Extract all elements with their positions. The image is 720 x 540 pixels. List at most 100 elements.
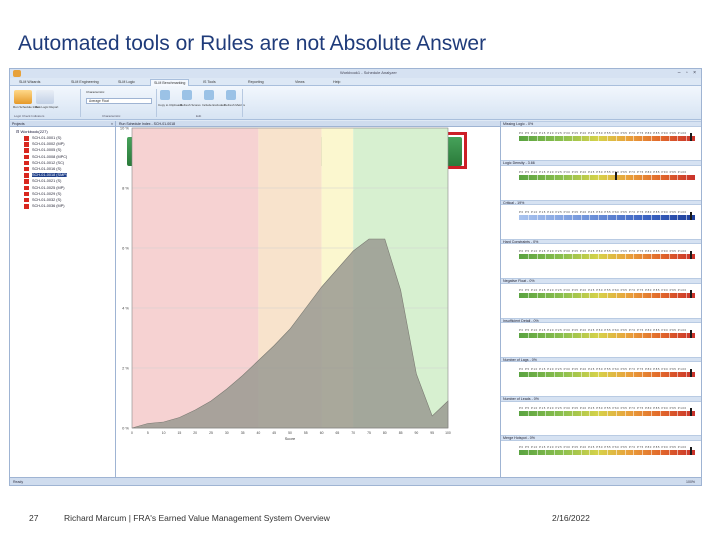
project-status-icon bbox=[24, 185, 29, 190]
metric-title: Number of Leads - 0% bbox=[501, 396, 701, 402]
gauge-segment bbox=[642, 175, 644, 181]
gauge-segment bbox=[545, 332, 547, 338]
metric-title: Logic Density - 3.66 bbox=[501, 160, 701, 166]
gauge-segment bbox=[571, 411, 573, 417]
copy-clipboard-label: Copy to Clipboard bbox=[158, 103, 183, 107]
gauge-segment bbox=[607, 411, 608, 417]
metric-tick-labels: P0 P5 P10 P15 P20 P25 P30 P35 P40 P45 P5… bbox=[519, 366, 687, 371]
y-tick-label: 10 % bbox=[120, 126, 130, 131]
gauge-segment bbox=[677, 175, 679, 181]
project-item-label: SCH-01-0008 (MPC) bbox=[32, 154, 68, 159]
gauge-segment bbox=[615, 293, 617, 299]
metric-title: Critical - 19% bbox=[501, 199, 701, 206]
gauge-segment bbox=[536, 136, 538, 141]
zoom-level[interactable]: 100% bbox=[686, 478, 695, 485]
x-tick-label: 65 bbox=[336, 431, 340, 435]
project-status-icon bbox=[24, 142, 29, 147]
include-excluded-icon[interactable] bbox=[204, 90, 214, 100]
x-tick-label: 55 bbox=[304, 431, 308, 435]
x-tick-label: 50 bbox=[288, 431, 292, 435]
gauge-segment bbox=[571, 136, 573, 141]
close-icon[interactable]: × bbox=[111, 121, 113, 127]
tab-help[interactable]: Help bbox=[330, 79, 343, 86]
gauge-segment bbox=[686, 371, 688, 377]
gauge-segment bbox=[554, 136, 556, 141]
tab-slm-wizards[interactable]: SLM Wizards bbox=[16, 79, 43, 86]
gauge-segment bbox=[580, 450, 582, 456]
gauge-segment bbox=[615, 332, 617, 338]
y-tick-label: 4 % bbox=[122, 306, 129, 311]
gauge-segment bbox=[668, 175, 670, 181]
tab-slm-engineering[interactable]: SLM Engineering bbox=[68, 79, 102, 86]
tab-slm-logic[interactable]: SLM Logic bbox=[115, 79, 138, 86]
x-tick-label: 90 bbox=[415, 431, 419, 435]
x-tick-label: 10 bbox=[162, 431, 166, 435]
gauge-segment bbox=[677, 371, 679, 377]
gauge-segment bbox=[642, 293, 644, 299]
ribbon-separator bbox=[156, 89, 157, 117]
project-item-label: SCH-01-0036 (MP) bbox=[32, 204, 65, 209]
project-item-label: SCH-01-0025 (MP) bbox=[32, 185, 65, 190]
gauge-segment bbox=[527, 214, 529, 220]
gauge-segment bbox=[615, 411, 617, 417]
project-item[interactable]: SCH-01-0036 (MP) bbox=[16, 203, 115, 209]
gauge-segment bbox=[536, 371, 538, 377]
gauge-segment bbox=[677, 411, 679, 417]
tab-reporting[interactable]: Reporting bbox=[245, 79, 267, 86]
metric-row: Missing Logic - 0% P0 P5 P10 P15 P20 P25 … bbox=[501, 121, 701, 161]
run-schedule-index-button[interactable] bbox=[14, 90, 32, 104]
gauge-segment bbox=[633, 175, 635, 181]
gauge-segment bbox=[527, 175, 529, 181]
gauge-segment bbox=[598, 136, 600, 141]
gauge-segment bbox=[536, 214, 538, 220]
gauge-segment bbox=[651, 136, 652, 141]
gauge-segment bbox=[624, 214, 626, 220]
gauge-segment bbox=[580, 371, 582, 377]
status-text: Ready bbox=[13, 480, 24, 484]
gauge-segment bbox=[642, 371, 644, 377]
page-number: 27 bbox=[29, 513, 39, 523]
app-logo-icon[interactable] bbox=[13, 70, 21, 77]
footer-date: 2/16/2022 bbox=[552, 513, 590, 523]
copy-clipboard-icon[interactable] bbox=[160, 90, 170, 100]
project-item-label: SCH-01-0016 (S) bbox=[32, 166, 62, 171]
gauge-segment bbox=[580, 214, 582, 220]
gauge-segment bbox=[598, 293, 600, 299]
gauge-segment bbox=[633, 136, 635, 141]
gauge-segment bbox=[633, 214, 635, 220]
refresh-metrics-icon[interactable] bbox=[226, 90, 236, 100]
project-item-label: SCH-01-0021 (S) bbox=[32, 179, 62, 184]
window-controls[interactable]: – ▫ × bbox=[678, 70, 698, 76]
metric-row: Number of Lags - 0% P0 P5 P10 P15 P20 P25… bbox=[501, 356, 701, 397]
gauge-segment bbox=[642, 136, 644, 141]
gauge-segment bbox=[677, 136, 679, 141]
gauge-segment bbox=[686, 411, 688, 417]
gauge-segment bbox=[589, 371, 591, 377]
run-logic-report-button[interactable] bbox=[36, 90, 54, 104]
gauge-segment bbox=[677, 214, 679, 220]
x-tick-label: 75 bbox=[367, 431, 371, 435]
gauge-segment bbox=[651, 214, 652, 220]
characteristic-select[interactable]: Average Float bbox=[86, 98, 152, 104]
gauge-segment bbox=[527, 332, 529, 338]
gauge-segment bbox=[607, 136, 608, 141]
gauge-segment bbox=[527, 411, 529, 417]
gauge-segment bbox=[607, 175, 608, 181]
gauge-segment bbox=[659, 175, 661, 181]
gauge-segment bbox=[545, 450, 547, 456]
project-item-label: SCH-01-0001 (S) bbox=[32, 136, 62, 140]
tab-slm-benchmarking[interactable]: SLM Benchmarking bbox=[150, 79, 190, 86]
tab-is-tools[interactable]: IS Tools bbox=[200, 79, 219, 86]
include-excluded-label: Include Excluded bbox=[202, 103, 225, 107]
gauge-segment bbox=[607, 293, 608, 299]
metric-title: Missing Logic - 0% bbox=[501, 121, 701, 127]
refresh-scores-icon[interactable] bbox=[182, 90, 192, 100]
tab-views[interactable]: Views bbox=[292, 79, 308, 86]
gauge-segment bbox=[554, 214, 556, 220]
x-tick-label: 0 bbox=[131, 431, 133, 435]
x-tick-label: 95 bbox=[430, 431, 434, 435]
project-status-icon bbox=[24, 191, 29, 197]
ribbon-tabs: SLM Wizards SLM Engineering SLM Logic SL… bbox=[10, 78, 701, 86]
gauge-segment bbox=[571, 332, 573, 338]
gauge-segment bbox=[571, 371, 573, 377]
